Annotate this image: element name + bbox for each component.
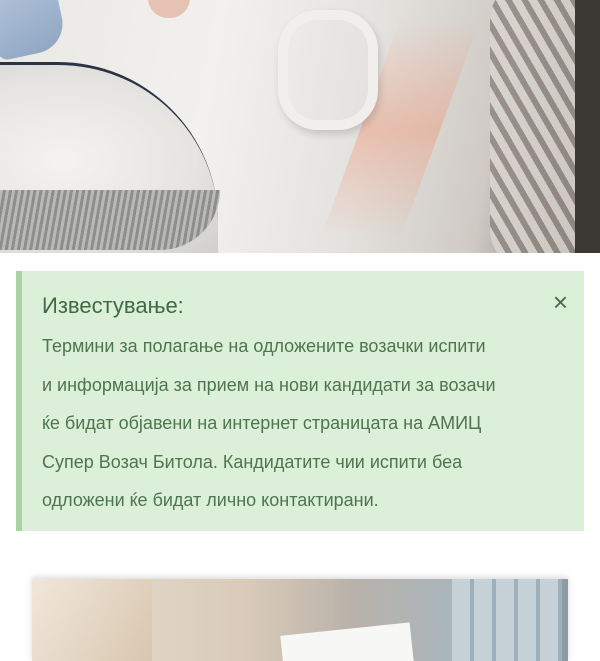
notice-line: ќе бидат објавени на интернет страницата… <box>42 413 482 433</box>
car-door-handle <box>278 10 378 130</box>
car-wheel <box>490 0 580 253</box>
notice-title: Известување: <box>42 293 184 318</box>
notice-message: Термини за полагање на одложените возачк… <box>42 327 572 520</box>
person-hand <box>148 0 190 18</box>
notice-alert: Известување: × Термини за полагање на од… <box>16 271 584 531</box>
notice-line: Термини за полагање на одложените возачк… <box>42 336 486 356</box>
notice-line: одложени ќе бидат лично контактирани. <box>42 490 379 510</box>
paper-document <box>280 622 414 661</box>
car-mirror-rim <box>0 190 220 250</box>
instructor-image <box>32 579 568 661</box>
background-shadow <box>575 0 600 253</box>
notice-line: Супер Возач Битола. Кандидатите чии испи… <box>42 451 463 472</box>
person-coat <box>32 579 152 661</box>
person-arm <box>0 0 69 62</box>
hero-car-image <box>0 0 600 253</box>
close-icon[interactable]: × <box>553 289 568 315</box>
background-window <box>452 579 562 661</box>
notice-line: и информација за прием на нови кандидати… <box>42 374 496 395</box>
